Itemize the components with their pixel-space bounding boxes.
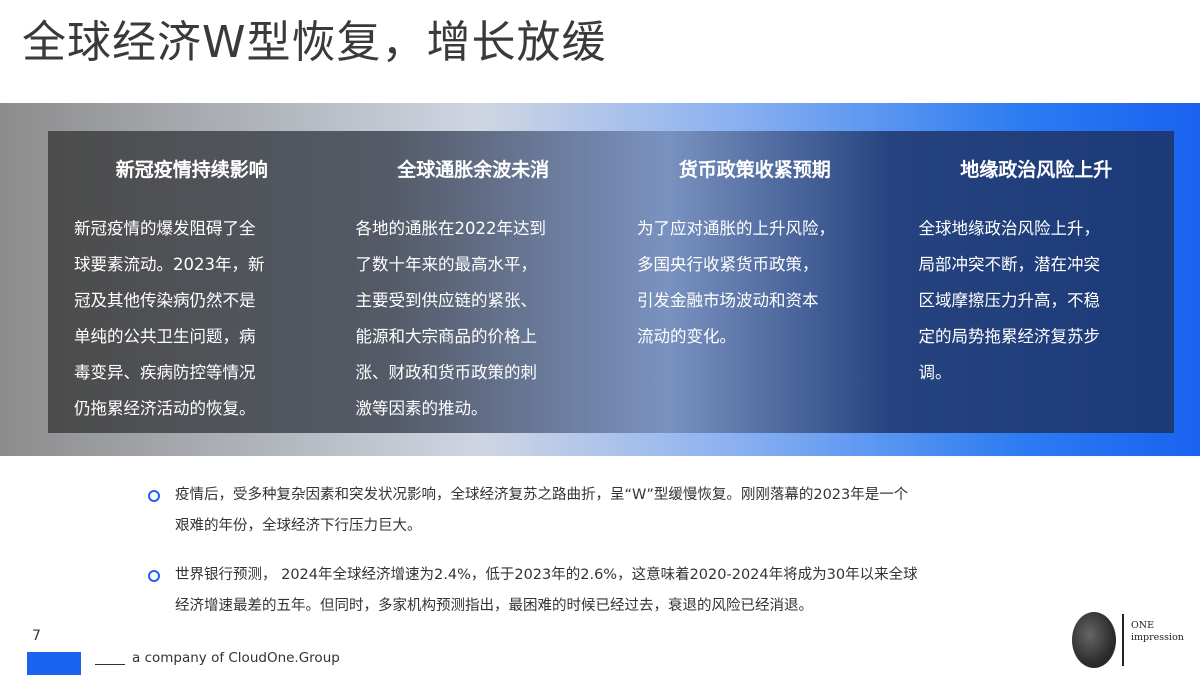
factor-line: 引发金融市场波动和资本 xyxy=(637,291,819,310)
factor-line: 毒变异、疾病防控等情况 xyxy=(74,363,256,382)
factor-line: 各地的通胀在2022年达到 xyxy=(355,219,547,238)
factor-heading: 地缘政治风险上升 xyxy=(960,159,1113,181)
factor-line: 全球地缘政治风险上升， xyxy=(918,219,1101,238)
company-text: a company of CloudOne.Group xyxy=(132,650,340,666)
factor-column-inflation: 全球通胀余波未消 各地的通胀在2022年达到 了数十年来的最高水平， 主要受到供… xyxy=(330,131,612,433)
logo-text: ONE impression xyxy=(1131,620,1184,644)
factor-column-monetary: 货币政策收紧预期 为了应对通胀的上升风险， 多国央行收紧货币政策， 引发金融市场… xyxy=(611,131,893,433)
bullet-line: 经济增速最差的五年。但同时，多家机构预测指出，最困难的时候已经过去，衰退的风险已… xyxy=(175,598,813,614)
logo-line: impression xyxy=(1131,632,1184,643)
factor-body: 各地的通胀在2022年达到 了数十年来的最高水平， 主要受到供应链的紧张、 能源… xyxy=(356,211,592,427)
factors-panel: 新冠疫情持续影响 新冠疫情的爆发阻碍了全 球要素流动。2023年，新 冠及其他传… xyxy=(48,131,1174,433)
bullet-line: 世界银行预测， 2024年全球经济增速为2.4%，低于2023年的2.6%，这意… xyxy=(175,567,918,583)
factor-line: 流动的变化。 xyxy=(637,327,736,346)
factor-heading: 新冠疫情持续影响 xyxy=(115,159,268,181)
factor-body: 新冠疫情的爆发阻碍了全 球要素流动。2023年，新 冠及其他传染病仍然不是 单纯… xyxy=(74,211,310,427)
factor-line: 局部冲突不断，潜在冲突 xyxy=(918,255,1101,274)
bullet-list: 疫情后，受多种复杂因素和突发状况影响，全球经济复苏之路曲折，呈“W”型缓慢恢复。… xyxy=(148,480,1048,622)
factor-line: 球要素流动。2023年，新 xyxy=(74,255,265,274)
page-number: 7 xyxy=(32,628,41,644)
factor-column-covid: 新冠疫情持续影响 新冠疫情的爆发阻碍了全 球要素流动。2023年，新 冠及其他传… xyxy=(48,131,330,433)
factor-line: 单纯的公共卫生问题，病 xyxy=(74,327,256,346)
factor-line: 调。 xyxy=(918,363,952,382)
one-impression-logo-icon xyxy=(1072,612,1116,668)
factor-line: 区域摩擦压力升高，不稳 xyxy=(918,291,1101,310)
circle-bullet-icon xyxy=(148,490,160,502)
logo-divider xyxy=(1122,614,1124,666)
factor-line: 能源和大宗商品的价格上 xyxy=(355,327,538,346)
factor-body: 为了应对通胀的上升风险， 多国央行收紧货币政策， 引发金融市场波动和资本 流动的… xyxy=(637,211,873,355)
factor-line: 新冠疫情的爆发阻碍了全 xyxy=(74,219,256,238)
bullet-line: 疫情后，受多种复杂因素和突发状况影响，全球经济复苏之路曲折，呈“W”型缓慢恢复。… xyxy=(175,487,909,503)
footer-accent-block xyxy=(27,652,81,675)
factor-column-geopolitics: 地缘政治风险上升 全球地缘政治风险上升， 局部冲突不断，潜在冲突 区域摩擦压力升… xyxy=(893,131,1175,433)
factor-line: 多国央行收紧货币政策， xyxy=(637,255,819,274)
factor-line: 冠及其他传染病仍然不是 xyxy=(74,291,256,310)
bullet-line: 艰难的年份，全球经济下行压力巨大。 xyxy=(175,518,422,534)
factor-line: 仍拖累经济活动的恢复。 xyxy=(74,399,256,418)
bullet-item: 疫情后，受多种复杂因素和突发状况影响，全球经济复苏之路曲折，呈“W”型缓慢恢复。… xyxy=(148,480,1048,542)
logo-line: ONE xyxy=(1131,620,1155,631)
factor-line: 涨、财政和货币政策的刺 xyxy=(355,363,538,382)
factor-line: 激等因素的推动。 xyxy=(355,399,488,418)
factor-line: 主要受到供应链的紧张、 xyxy=(355,291,538,310)
factor-body: 全球地缘政治风险上升， 局部冲突不断，潜在冲突 区域摩擦压力升高，不稳 定的局势… xyxy=(919,211,1155,391)
bullet-item: 世界银行预测， 2024年全球经济增速为2.4%，低于2023年的2.6%，这意… xyxy=(148,560,1048,622)
circle-bullet-icon xyxy=(148,570,160,582)
factor-line: 为了应对通胀的上升风险， xyxy=(637,219,835,238)
footer-divider xyxy=(95,664,125,665)
page-title: 全球经济W型恢复，增长放缓 xyxy=(22,17,607,68)
factor-line: 定的局势拖累经济复苏步 xyxy=(918,327,1101,346)
factor-line: 了数十年来的最高水平， xyxy=(355,255,538,274)
factor-heading: 全球通胀余波未消 xyxy=(397,159,550,181)
factor-heading: 货币政策收紧预期 xyxy=(678,159,831,181)
